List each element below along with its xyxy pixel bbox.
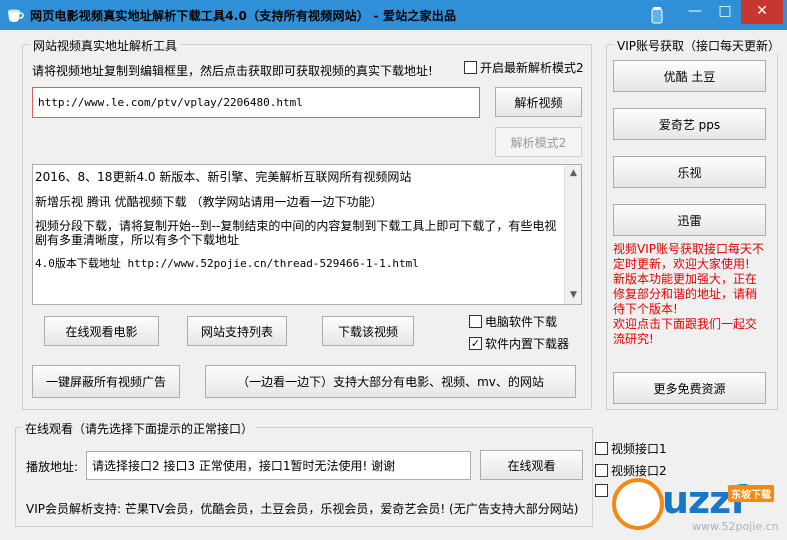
site-list-button[interactable]: 网站支持列表 — [187, 316, 287, 346]
online-group-label: 在线观看（请先选择下面提示的正常接口） — [22, 420, 257, 437]
pc-download-checkbox-label: 电脑软件下载 — [485, 315, 558, 329]
vip-notice-line: 新版本功能更加强大，正在 — [613, 272, 758, 286]
maximize-button[interactable]: □ — [711, 0, 739, 24]
watermark-badge: 东坡下载 — [728, 485, 774, 502]
vip-notice-line: 待下个版本! — [613, 302, 678, 316]
interface2-checkbox[interactable]: 视频接口2 — [595, 462, 667, 479]
app-cup-icon — [8, 9, 24, 22]
watch-while-download-button[interactable]: （一边看一边下）支持大部分有电影、视频、mv、的网站 — [205, 365, 576, 398]
builtin-download-checkbox-label: 软件内置下载器 — [485, 337, 570, 351]
mode2-checkbox-box[interactable] — [464, 61, 477, 74]
scroll-up-arrow-icon[interactable]: ▲ — [565, 165, 582, 182]
log-line: 新增乐视 腾讯 优酷视频下载 （教学网站请用一边看一边下功能） — [35, 195, 383, 209]
mode2-checkbox[interactable]: 开启最新解析模式2 — [464, 59, 584, 76]
skin-cup-icon[interactable] — [650, 6, 664, 24]
vip-notice-line: 定时更新，欢迎大家使用! — [613, 257, 750, 271]
log-scrollbar[interactable]: ▲ ▼ — [564, 165, 581, 304]
watch-online-button[interactable]: 在线观看 — [480, 450, 583, 480]
watermark-logo-icon — [612, 478, 664, 530]
vip-group-label: VIP账号获取（接口每天更新） — [614, 37, 783, 54]
watch-online-movie-button[interactable]: 在线观看电影 — [44, 316, 159, 346]
vip-youku-tudou-button[interactable]: 优酷 土豆 — [613, 60, 766, 92]
play-address-label: 播放地址: — [26, 460, 79, 474]
vip-invite-line: 欢迎点击下面跟我们一起交 — [613, 317, 758, 331]
vip-invite: 欢迎点击下面跟我们一起交 流研究! — [613, 317, 778, 347]
block-ads-button[interactable]: 一键屏蔽所有视频广告 — [32, 365, 180, 398]
vip-xunlei-button[interactable]: 迅雷 — [613, 204, 766, 236]
builtin-download-checkbox-box[interactable]: ✓ — [469, 337, 482, 350]
interface2-checkbox-box[interactable] — [595, 464, 608, 477]
vip-iqiyi-pps-button[interactable]: 爱奇艺 pps — [613, 108, 766, 140]
watermark-site: www.52pojie.cn — [692, 520, 779, 533]
vip-invite-line: 流研究! — [613, 332, 654, 346]
instruction-text: 请将视频地址复制到编辑框里，然后点击获取即可获取视频的真实下载地址! — [32, 64, 433, 78]
interface1-checkbox-box[interactable] — [595, 442, 608, 455]
interface1-checkbox-label: 视频接口1 — [611, 442, 667, 456]
mode2-checkbox-label: 开启最新解析模式2 — [480, 61, 584, 75]
window-title: 网页电影视频真实地址解析下载工具4.0（支持所有视频网站） - 爱站之家出品 — [30, 9, 457, 23]
parse-mode2-button[interactable]: 解析模式2 — [495, 127, 582, 157]
log-line: 剧有多重清晰度，所以有多个下载地址 — [35, 233, 240, 247]
interface3-checkbox-box[interactable] — [595, 484, 608, 497]
play-address-input[interactable]: 请选择接口2 接口3 正常使用，接口1暂时无法使用! 谢谢 — [86, 451, 471, 480]
vip-letv-button[interactable]: 乐视 — [613, 156, 766, 188]
log-line: 4.0版本下载地址 http://www.52pojie.cn/thread-5… — [35, 257, 419, 270]
interface1-checkbox[interactable]: 视频接口1 — [595, 440, 667, 457]
close-button[interactable]: ✕ — [741, 0, 783, 24]
interface3-checkbox[interactable] — [595, 484, 611, 497]
vip-notice: 视频VIP账号获取接口每天不 定时更新，欢迎大家使用! 新版本功能更加强大，正在… — [613, 242, 778, 317]
interface2-checkbox-label: 视频接口2 — [611, 464, 667, 478]
parser-group-label: 网站视频真实地址解析工具 — [30, 37, 181, 54]
vip-notice-line: 视频VIP账号获取接口每天不 — [613, 242, 764, 256]
vip-support-text: VIP会员解析支持: 芒果TV会员，优酷会员，土豆会员，乐视会员，爱奇艺会员! … — [26, 502, 579, 516]
video-url-input[interactable]: http://www.le.com/ptv/vplay/2206480.html — [32, 87, 480, 118]
pc-download-checkbox-box[interactable] — [469, 315, 482, 328]
builtin-download-checkbox[interactable]: ✓ 软件内置下载器 — [469, 335, 569, 352]
parse-video-button[interactable]: 解析视频 — [495, 87, 582, 117]
minimize-button[interactable]: — — [681, 0, 709, 24]
more-free-resources-button[interactable]: 更多免费资源 — [613, 372, 766, 404]
pc-download-checkbox[interactable]: 电脑软件下载 — [469, 313, 557, 330]
download-video-button[interactable]: 下载该视频 — [322, 316, 414, 346]
log-line: 2016、8、18更新4.0 新版本、新引擎、完美解析互联网所有视频网站 — [35, 170, 412, 184]
vip-notice-line: 修复部分和谐的地址，请稍 — [613, 287, 758, 301]
scroll-down-arrow-icon[interactable]: ▼ — [565, 287, 582, 304]
result-log[interactable]: 2016、8、18更新4.0 新版本、新引擎、完美解析互联网所有视频网站 新增乐… — [32, 164, 582, 305]
